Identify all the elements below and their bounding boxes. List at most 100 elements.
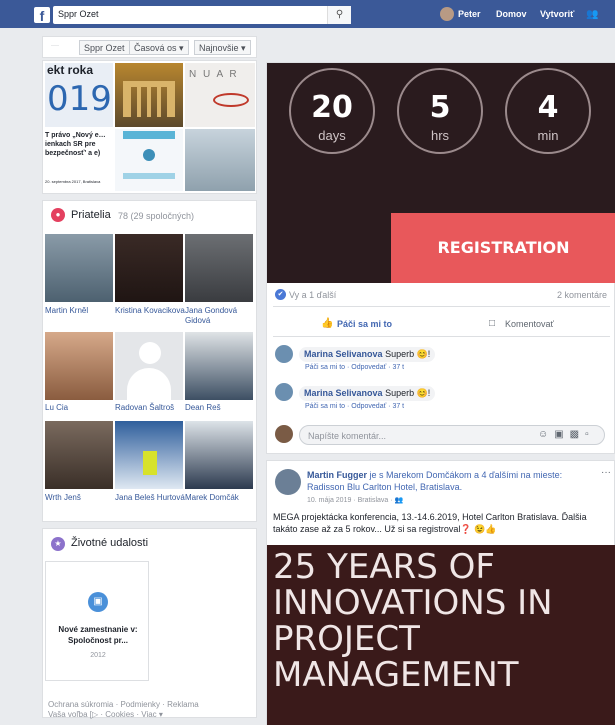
post-card: 20 days 5 hrs 4 min REGISTRATION ✔ Vy a … bbox=[266, 62, 615, 454]
photo-tile-year: 019 bbox=[47, 79, 112, 119]
friend-photo[interactable] bbox=[185, 332, 253, 400]
friends-icon: ● bbox=[51, 208, 65, 222]
countdown-label: min bbox=[537, 128, 559, 143]
friend-photo[interactable] bbox=[45, 332, 113, 400]
footer-links: Ochrana súkromia · Podmienky · Reklama V… bbox=[48, 700, 248, 720]
poster-line: MANAGEMENT bbox=[273, 655, 519, 695]
poster-line: INNOVATIONS IN bbox=[273, 583, 553, 623]
avatar[interactable] bbox=[275, 383, 293, 401]
friend-name[interactable]: Lu Cia bbox=[45, 403, 115, 413]
friend-name[interactable]: Radovan Šaltroš bbox=[115, 403, 185, 413]
diagram-shape bbox=[143, 149, 155, 161]
comment-bubble: Marina Selivanova Superb 😊! bbox=[299, 347, 436, 362]
comment-actions[interactable]: Páči sa mi to · Odpovedať · 37 t bbox=[305, 403, 404, 410]
photo-tile-text: N U A R bbox=[189, 69, 239, 80]
friend-name[interactable]: Jana Beleš Hurtová bbox=[115, 493, 185, 503]
tab-sppr-ozet[interactable]: Sppr Ozet bbox=[79, 40, 130, 55]
countdown-label: hrs bbox=[430, 128, 450, 143]
life-event-title: Nové zamestnanie v: Spoločnost pr... bbox=[58, 625, 138, 645]
comment-tools-icons[interactable]: ☺▣▩▫ bbox=[538, 429, 595, 440]
avatar[interactable] bbox=[275, 469, 301, 495]
friend-photo[interactable] bbox=[115, 421, 183, 489]
photo-tile[interactable] bbox=[115, 63, 183, 127]
friend-name[interactable]: Marek Domčák bbox=[185, 493, 255, 503]
comment-author[interactable]: Marina Selivanova bbox=[304, 388, 383, 398]
avatar[interactable] bbox=[440, 7, 454, 21]
countdown-circle: 4 min bbox=[505, 68, 591, 154]
comment-button[interactable]: Komentovať bbox=[505, 319, 554, 329]
post-image[interactable]: 25 YEARS OF INNOVATIONS IN PROJECT MANAG… bbox=[267, 545, 615, 725]
divider bbox=[273, 306, 610, 307]
friend-requests-icon[interactable]: 👥 bbox=[586, 9, 598, 20]
countdown-value: 4 bbox=[537, 90, 559, 125]
dots-icon: ···· bbox=[51, 43, 59, 49]
poster-text: 25 YEARS OF INNOVATIONS IN PROJECT MANAG… bbox=[273, 549, 615, 693]
friend-photo[interactable] bbox=[45, 421, 113, 489]
friend-photo[interactable] bbox=[185, 421, 253, 489]
reaction-summary[interactable]: Vy a 1 ďalší bbox=[289, 290, 336, 300]
registration-button[interactable]: REGISTRATION bbox=[391, 213, 615, 283]
search-icon[interactable]: ⚲ bbox=[327, 6, 351, 24]
post-author[interactable]: Martin Fugger bbox=[307, 470, 367, 480]
comment-actions[interactable]: Páči sa mi to · Odpovedať · 37 t bbox=[305, 364, 404, 371]
avatar[interactable] bbox=[275, 425, 293, 443]
life-events-title[interactable]: Životné udalosti bbox=[71, 537, 148, 549]
life-event-card[interactable]: ▣ Nové zamestnanie v: Spoločnost pr... 2… bbox=[45, 561, 149, 681]
comment-bubble: Marina Selivanova Superb 😊! bbox=[299, 386, 436, 401]
diagram-shape bbox=[123, 173, 175, 179]
top-navigation-bar: f Sppr Ozet ⚲ Peter Domov Vytvoriť 👥 bbox=[0, 0, 615, 28]
life-events-panel: ★ Životné udalosti ▣ Nové zamestnanie v:… bbox=[42, 528, 257, 718]
profile-link[interactable]: Peter bbox=[458, 9, 481, 19]
photo-tile[interactable] bbox=[185, 129, 255, 191]
friend-photo[interactable] bbox=[115, 234, 183, 302]
comment-author[interactable]: Marina Selivanova bbox=[304, 349, 383, 359]
comment-count[interactable]: 2 komentáre bbox=[557, 290, 607, 300]
friends-panel: ● Priatelia 78 (29 spoločných) Martin Kr… bbox=[42, 200, 257, 522]
thumbs-up-icon: 👍 bbox=[321, 318, 334, 329]
create-link[interactable]: Vytvoriť bbox=[540, 9, 575, 19]
post-date[interactable]: 10. mája 2019 · Bratislava · 👥 bbox=[307, 496, 403, 504]
photo-tile[interactable]: ekt roka 019 bbox=[45, 63, 113, 127]
photo-tile-date: 20. septembra 2017, Bratislava bbox=[45, 179, 101, 184]
footer-line[interactable]: Vaša voľba [▷ · Cookies · Viac ▾ bbox=[48, 710, 248, 720]
countdown-value: 20 bbox=[311, 90, 353, 125]
gate-shape bbox=[123, 81, 175, 117]
friend-name[interactable]: Kristina Kovacikova bbox=[115, 306, 185, 316]
countdown-circle: 5 hrs bbox=[397, 68, 483, 154]
friend-name[interactable]: Martin Krněl bbox=[45, 306, 115, 316]
friend-name[interactable]: Wrth Jenš bbox=[45, 493, 115, 503]
friend-photo[interactable] bbox=[185, 234, 253, 302]
facebook-logo-icon[interactable]: f bbox=[34, 7, 50, 24]
comment-placeholder: Napíšte komentár... bbox=[308, 431, 387, 441]
comment-text: Superb 😊! bbox=[385, 388, 431, 398]
photos-panel: ekt roka 019 N U A R T právo „Nový e… ie… bbox=[42, 60, 257, 194]
friend-name[interactable]: Jana Gondová Gidová bbox=[185, 306, 255, 326]
comment-input[interactable]: Napíšte komentár... ☺▣▩▫ bbox=[299, 425, 605, 445]
photo-tile[interactable]: N U A R bbox=[185, 63, 255, 127]
footer-line[interactable]: Ochrana súkromia · Podmienky · Reklama bbox=[48, 700, 248, 710]
event-countdown-image[interactable]: 20 days 5 hrs 4 min REGISTRATION bbox=[267, 63, 615, 283]
avatar[interactable] bbox=[275, 345, 293, 363]
photo-tile-text: T právo „Nový e… ienkach SR pre bezpečno… bbox=[45, 132, 106, 157]
default-avatar-body bbox=[127, 368, 171, 400]
post-body-text: MEGA projektácka konferencia, 13.-14.6.2… bbox=[273, 512, 587, 534]
group-tab-row: ···· Sppr Ozet Časová os ▾ Najnovšie ▾ bbox=[42, 36, 257, 58]
search-input[interactable]: Sppr Ozet bbox=[53, 6, 351, 24]
tab-timeline[interactable]: Časová os ▾ bbox=[129, 40, 189, 55]
poster-line: 25 YEARS OF bbox=[273, 547, 495, 587]
friends-title[interactable]: Priatelia bbox=[71, 209, 111, 221]
comment-icon: □ bbox=[489, 318, 496, 329]
jacket-shape bbox=[143, 451, 157, 475]
home-link[interactable]: Domov bbox=[496, 9, 527, 19]
photo-tile[interactable] bbox=[115, 129, 183, 191]
like-reaction-icon: ✔ bbox=[275, 289, 286, 300]
photo-tile[interactable]: T právo „Nový e… ienkach SR pre bezpečno… bbox=[45, 129, 113, 191]
post-card: Martin Fugger je s Marekom Domčákom a 4 … bbox=[266, 460, 615, 725]
friend-name[interactable]: Dean Reš bbox=[185, 403, 255, 413]
more-options-icon[interactable]: ··· bbox=[601, 467, 611, 478]
briefcase-icon: ▣ bbox=[88, 592, 108, 612]
friend-photo[interactable] bbox=[45, 234, 113, 302]
tab-newest[interactable]: Najnovšie ▾ bbox=[194, 40, 251, 55]
friend-photo[interactable] bbox=[115, 332, 183, 400]
like-button[interactable]: Páči sa mi to bbox=[337, 319, 392, 329]
